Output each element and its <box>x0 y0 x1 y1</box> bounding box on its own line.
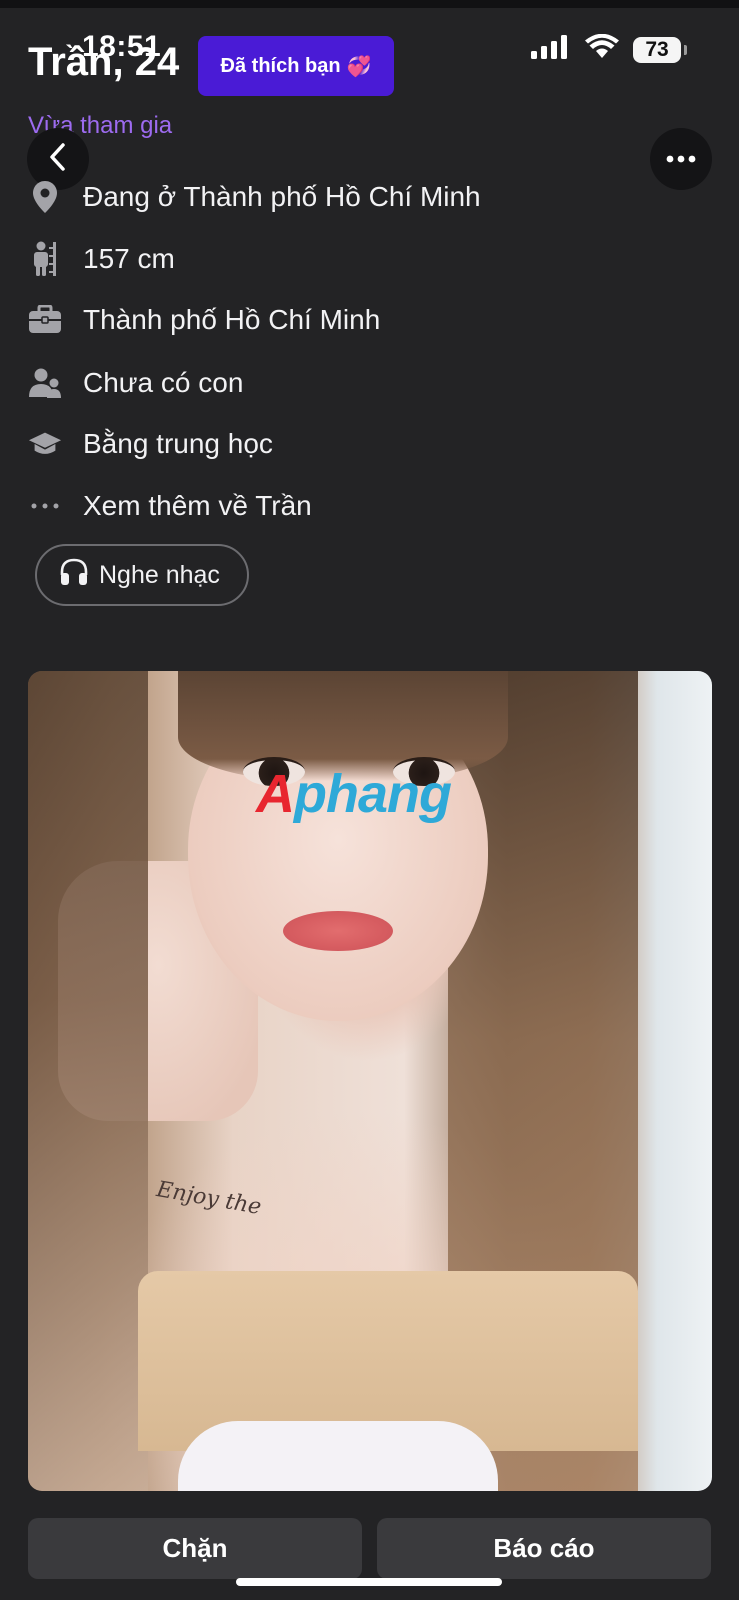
status-icons: 73 <box>531 33 687 65</box>
top-strip <box>0 0 739 8</box>
children-icon <box>28 366 62 400</box>
status-time: 18:51 <box>82 30 162 63</box>
location-pin-icon <box>28 180 62 214</box>
watermark-logo: Aphang <box>256 764 452 824</box>
photo-tattoo: Enjoy the <box>154 1177 264 1220</box>
more-dots-icon <box>666 150 696 168</box>
info-row-work: Thành phố Hồ Chí Minh <box>28 300 380 340</box>
heart-emoji-icon: 💞 <box>346 55 372 78</box>
liked-you-badge: Đã thích bạn 💞 <box>198 36 394 96</box>
more-options-button[interactable] <box>650 128 712 190</box>
home-indicator[interactable] <box>236 1578 502 1586</box>
profile-photo[interactable]: Enjoy the Aphang <box>28 671 712 1491</box>
photo-blanket <box>178 1421 498 1491</box>
info-row-see-more[interactable]: Xem thêm về Trần <box>28 486 312 526</box>
info-row-children: Chưa có con <box>28 363 243 403</box>
height-text: 157 cm <box>83 243 175 274</box>
chevron-left-icon <box>48 142 68 177</box>
education-text: Bằng trung học <box>83 428 273 459</box>
info-row-location: Đang ở Thành phố Hồ Chí Minh <box>28 177 481 217</box>
briefcase-icon <box>28 303 62 337</box>
block-button[interactable]: Chặn <box>28 1518 362 1579</box>
see-more-link[interactable]: Xem thêm về Trần <box>83 490 312 522</box>
photo-lips <box>283 911 393 951</box>
wifi-icon <box>585 33 619 65</box>
headphones-icon <box>59 557 89 594</box>
graduation-cap-icon <box>28 427 62 461</box>
photo-hair-left <box>28 671 148 1491</box>
work-text: Thành phố Hồ Chí Minh <box>83 304 381 335</box>
info-row-height: 157 cm <box>28 239 175 279</box>
signal-icon <box>531 35 571 64</box>
report-button[interactable]: Báo cáo <box>377 1518 711 1579</box>
children-text: Chưa có con <box>83 367 244 398</box>
location-text: Đang ở Thành phố Hồ Chí Minh <box>83 181 481 212</box>
listen-music-label: Nghe nhạc <box>99 560 220 589</box>
info-row-education: Bằng trung học <box>28 424 273 464</box>
battery-icon: 73 <box>633 36 687 63</box>
ellipsis-icon <box>28 489 62 523</box>
height-ruler-icon <box>28 241 62 276</box>
liked-badge-label: Đã thích bạn <box>220 54 341 77</box>
listen-music-button[interactable]: Nghe nhạc <box>35 544 249 606</box>
